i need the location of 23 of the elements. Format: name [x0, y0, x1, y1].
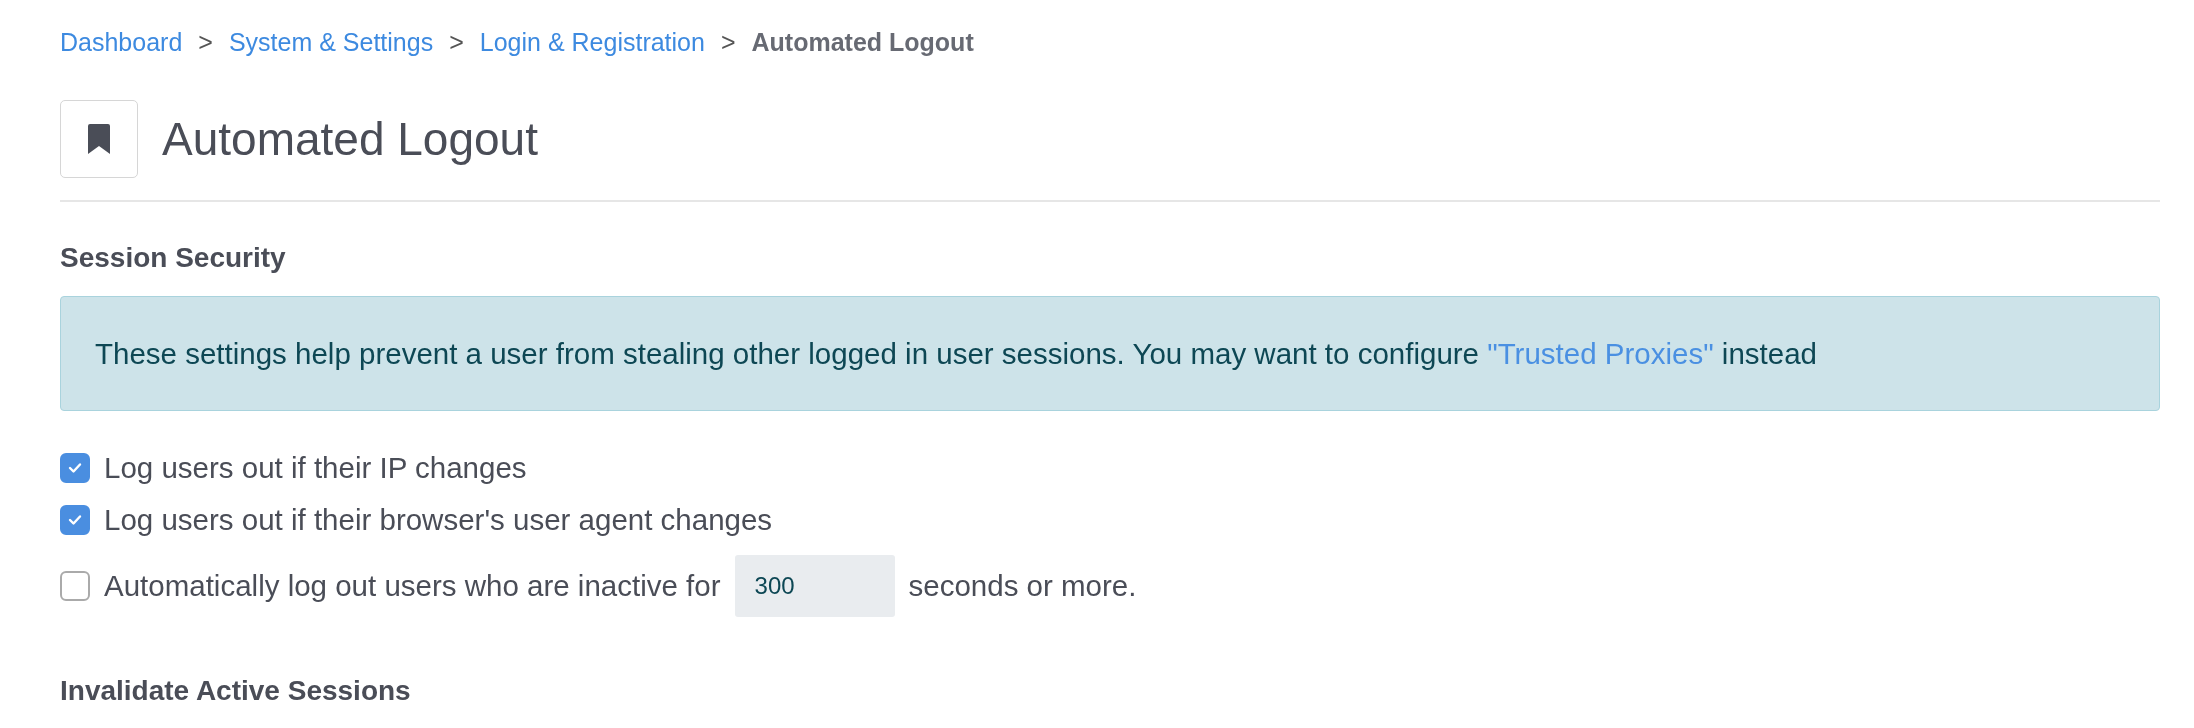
trusted-proxies-link[interactable]: "Trusted Proxies" [1487, 336, 1714, 370]
checkbox[interactable] [60, 505, 90, 535]
breadcrumb-link[interactable]: Dashboard [60, 27, 183, 57]
checkbox-label: Automatically log out users who are inactive for [104, 569, 721, 603]
checkmark-icon [68, 462, 82, 474]
breadcrumb-separator: > [720, 27, 736, 57]
breadcrumb-separator: > [198, 27, 213, 57]
page-title: Automated Logout [162, 112, 538, 166]
section-heading: Session Security [60, 242, 287, 274]
checkbox[interactable] [60, 571, 90, 601]
checkmark-icon [68, 514, 82, 526]
bookmark-icon [88, 124, 110, 154]
section-heading: Invalidate Active Sessions [60, 675, 412, 707]
breadcrumb-link[interactable]: System & Settings [228, 27, 434, 57]
seconds-input[interactable]: 300 [734, 555, 895, 617]
checkbox-label: Log users out if their IP changes [104, 451, 527, 485]
breadcrumb-separator: > [449, 27, 464, 57]
unit-label: seconds or more. [908, 569, 1137, 603]
alert-text: These settings help prevent a user from stealing other logged in user sessions. You may want to configure "Trusted Proxies" instead [95, 336, 1817, 371]
checkbox[interactable] [60, 453, 90, 483]
breadcrumb-current: Automated Logout [751, 27, 974, 57]
breadcrumb-link[interactable]: Login & Registration [479, 27, 705, 57]
checkbox-label: Log users out if their browser's user agent changes [104, 503, 773, 537]
